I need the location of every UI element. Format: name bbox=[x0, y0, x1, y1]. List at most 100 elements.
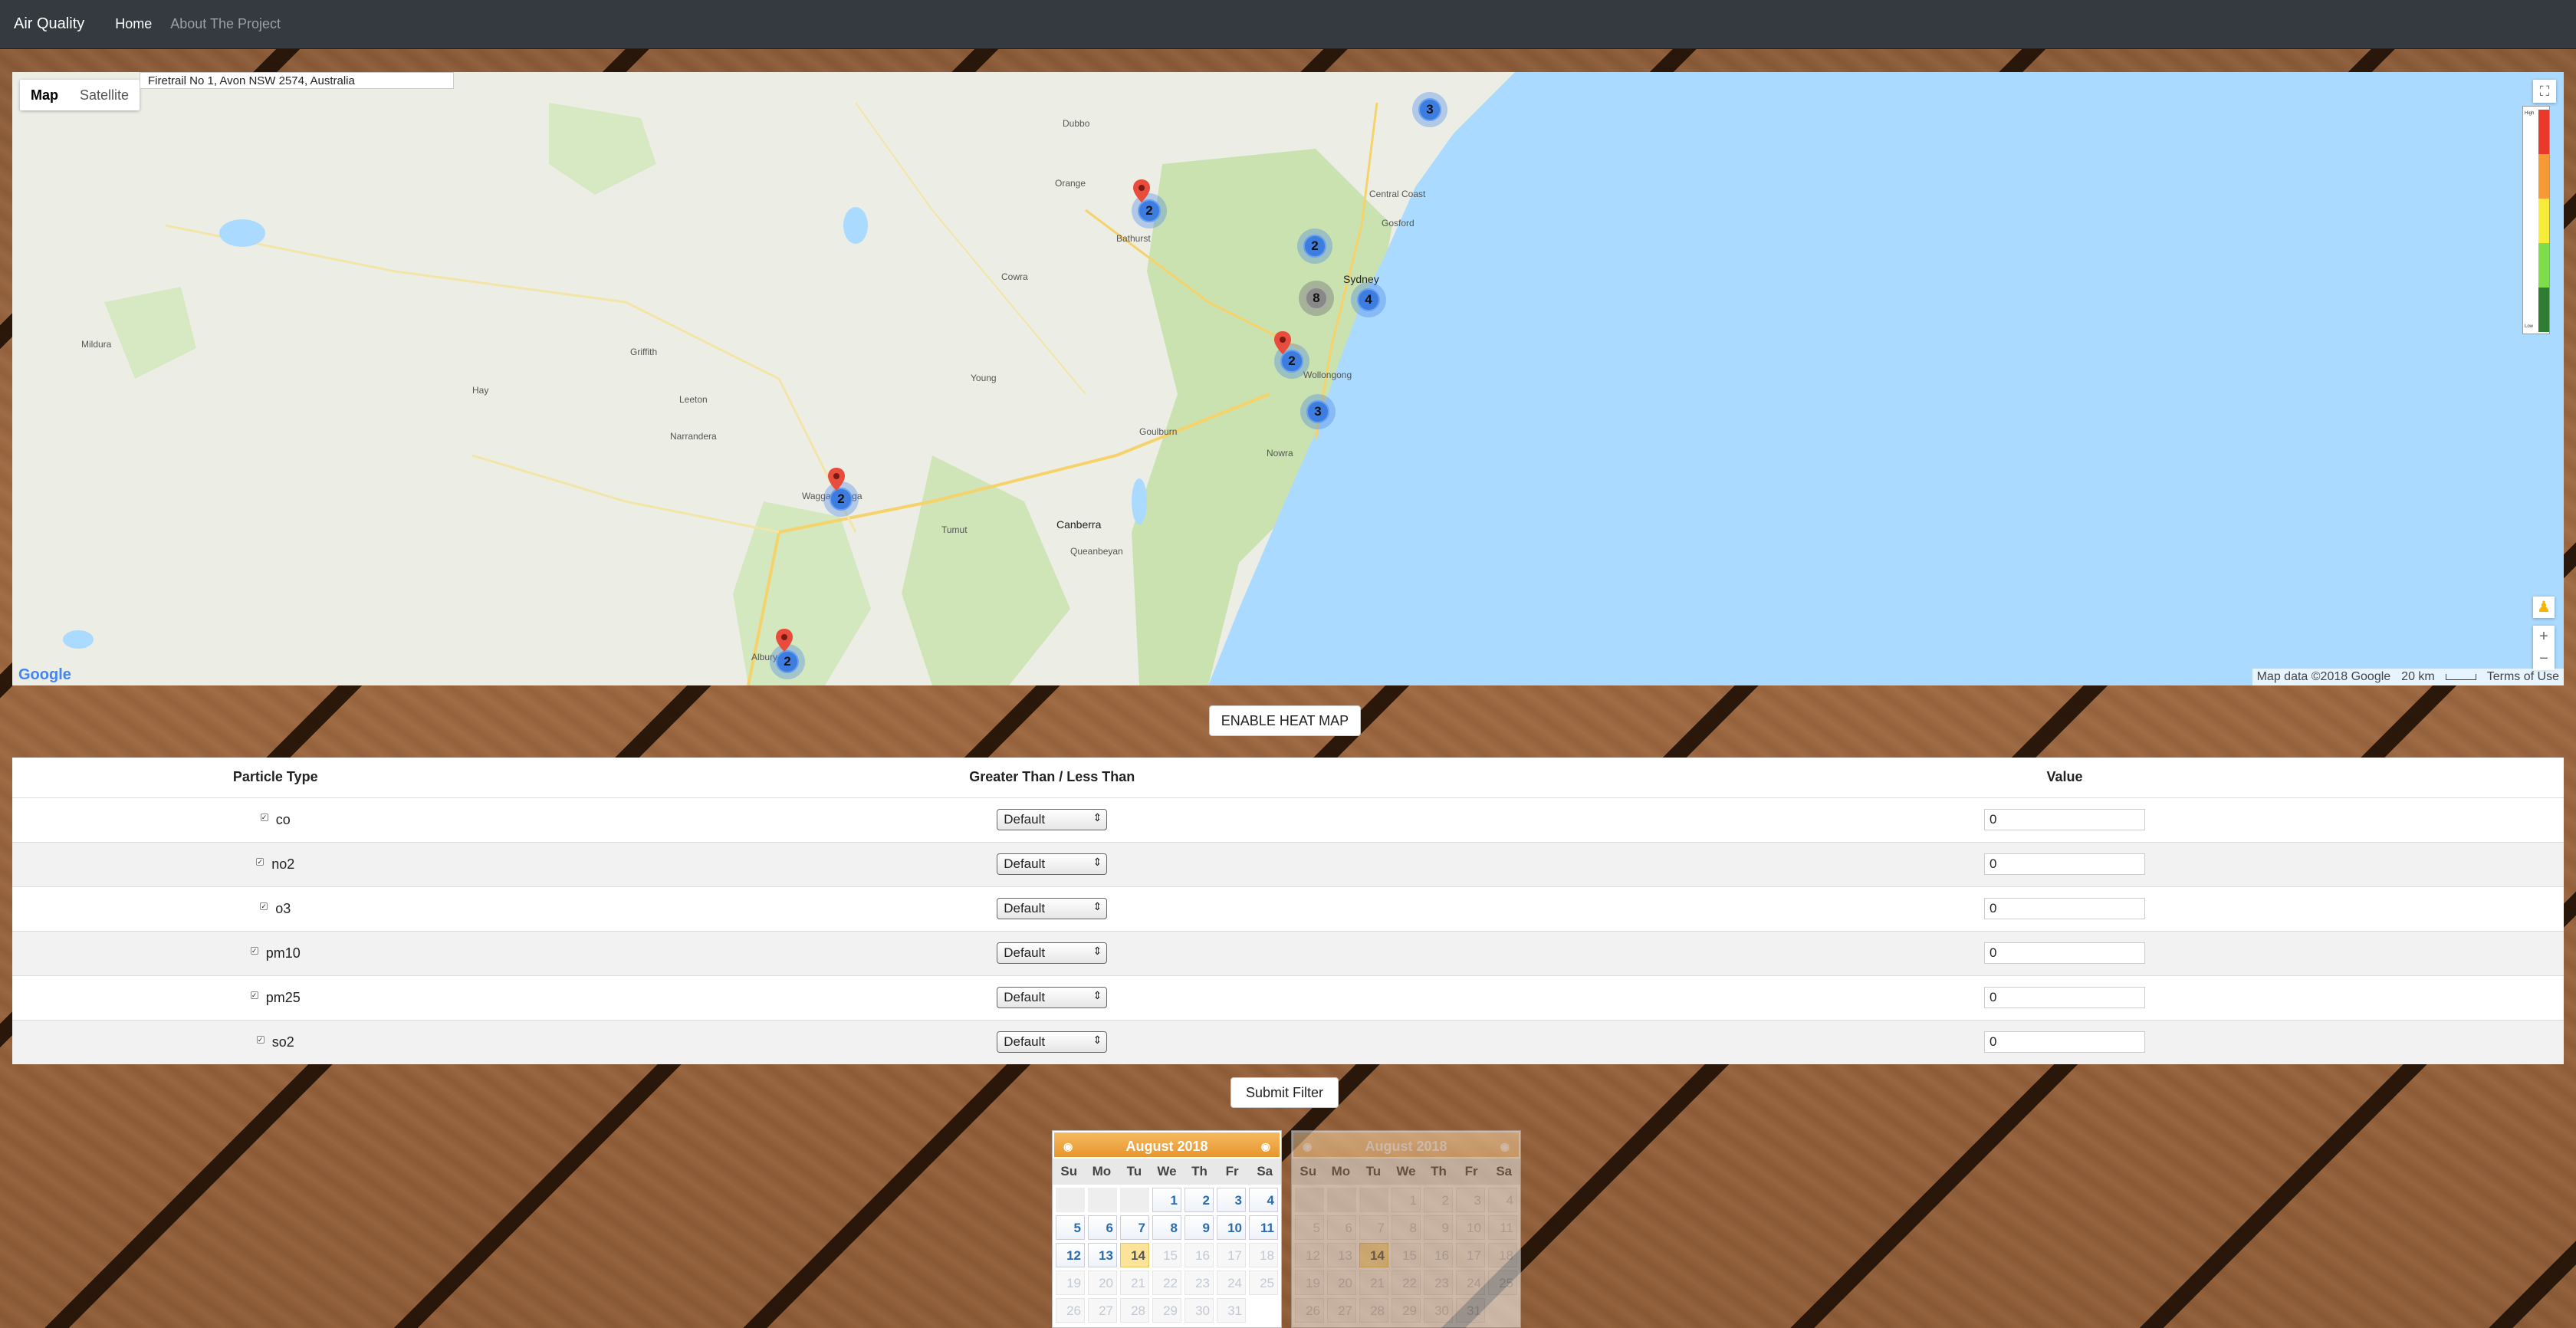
map-view[interactable]: Sydney Central Coast Gosford Wollongong … bbox=[12, 72, 2564, 685]
marker-cluster[interactable]: 8 bbox=[1299, 281, 1334, 316]
weekday-label: Fr bbox=[1464, 1164, 1478, 1178]
marker-cluster[interactable]: 2 bbox=[1297, 228, 1332, 264]
calendar-day[interactable]: 6 bbox=[1088, 1215, 1117, 1240]
particle-checkbox[interactable]: ✓ bbox=[250, 946, 258, 955]
header-value: Value bbox=[2046, 769, 2083, 785]
zoom-in-button[interactable]: + bbox=[2533, 626, 2555, 648]
particle-checkbox[interactable]: ✓ bbox=[250, 991, 258, 999]
calendar-day: 16 bbox=[1184, 1243, 1214, 1267]
header-comparison: Greater Than / Less Than bbox=[969, 769, 1135, 785]
prev-month-icon[interactable]: ◉ bbox=[1063, 1132, 1073, 1160]
calendar-day: 20 bbox=[1088, 1270, 1117, 1295]
marker-cluster[interactable]: 4 bbox=[1351, 282, 1386, 317]
map-attribution: Map data ©2018 Google 20 km Terms of Use bbox=[2252, 669, 2564, 685]
calendar-day: 6 bbox=[1327, 1215, 1356, 1240]
calendar-day[interactable]: 10 bbox=[1217, 1215, 1246, 1240]
calendar-day[interactable]: 14 bbox=[1120, 1243, 1149, 1267]
calendar-empty-cell bbox=[1327, 1188, 1356, 1212]
calendar-day[interactable]: 2 bbox=[1184, 1188, 1214, 1212]
next-month-icon[interactable]: ◉ bbox=[1500, 1132, 1510, 1160]
value-input[interactable]: 0 bbox=[1984, 809, 2145, 830]
legend-swatch-1 bbox=[2538, 110, 2549, 154]
calendar-day[interactable]: 11 bbox=[1249, 1215, 1278, 1240]
calendar-empty-cell bbox=[1056, 1188, 1085, 1212]
map-pin-icon[interactable] bbox=[828, 468, 845, 491]
comparison-select[interactable]: Default ⇕ bbox=[997, 809, 1108, 830]
legend-swatch-4 bbox=[2538, 243, 2549, 288]
calendar-header: ◉ August 2018 ◉ bbox=[1292, 1131, 1520, 1159]
place-canberra: Canberra bbox=[1056, 518, 1102, 531]
filter-table: Particle Type Greater Than / Less Than V… bbox=[12, 758, 2564, 1064]
zoom-out-button[interactable]: − bbox=[2533, 648, 2555, 670]
particle-checkbox[interactable]: ✓ bbox=[260, 902, 268, 910]
calendar-day[interactable]: 1 bbox=[1152, 1188, 1181, 1212]
calendar-empty-cell bbox=[1359, 1188, 1388, 1212]
calendar-day: 29 bbox=[1392, 1298, 1421, 1323]
calendar-day[interactable]: 12 bbox=[1056, 1243, 1085, 1267]
weekday-label: Fr bbox=[1225, 1164, 1239, 1178]
terms-link[interactable]: Terms of Use bbox=[2487, 670, 2559, 684]
particle-checkbox[interactable]: ✓ bbox=[260, 813, 268, 821]
comparison-select[interactable]: Default ⇕ bbox=[997, 898, 1108, 919]
marker-cluster[interactable]: 3 bbox=[1412, 92, 1447, 127]
particle-name: so2 bbox=[271, 1034, 294, 1050]
particle-checkbox[interactable]: ✓ bbox=[256, 857, 264, 866]
particle-name: no2 bbox=[271, 856, 295, 872]
comparison-select[interactable]: Default ⇕ bbox=[997, 853, 1108, 875]
address-label: Firetrail No 1, Avon NSW 2574, Australia bbox=[140, 72, 454, 89]
marker-cluster[interactable]: 3 bbox=[1300, 394, 1336, 429]
weekday-label: We bbox=[1396, 1164, 1416, 1178]
date-picker-calendar: ◉ August 2018 ◉ Su Mo Tu We Th Fr Sa 123… bbox=[1052, 1130, 1282, 1328]
legend-high-label: High bbox=[2525, 111, 2535, 116]
calendar-day: 25 bbox=[1488, 1270, 1517, 1295]
weekday-label: Tu bbox=[1126, 1164, 1142, 1178]
value-input[interactable]: 0 bbox=[1984, 987, 2145, 1008]
comparison-select[interactable]: Default ⇕ bbox=[997, 942, 1108, 964]
particle-checkbox[interactable]: ✓ bbox=[256, 1035, 264, 1044]
map-pin-icon[interactable] bbox=[1274, 331, 1291, 354]
calendar-empty-cell bbox=[1120, 1188, 1149, 1212]
map-base bbox=[12, 72, 2564, 685]
brand-link[interactable]: Air Quality bbox=[14, 15, 84, 33]
map-type-satellite[interactable]: Satellite bbox=[69, 80, 140, 110]
calendar-day[interactable]: 3 bbox=[1217, 1188, 1246, 1212]
place-hay: Hay bbox=[472, 385, 489, 396]
fullscreen-icon[interactable]: ⛶ bbox=[2533, 80, 2556, 103]
next-month-icon[interactable]: ◉ bbox=[1261, 1132, 1270, 1160]
place-central-coast: Central Coast bbox=[1369, 189, 1426, 199]
prev-month-icon[interactable]: ◉ bbox=[1303, 1132, 1312, 1160]
calendar-day: 26 bbox=[1056, 1298, 1085, 1323]
calendar-day: 26 bbox=[1295, 1298, 1324, 1323]
calendar-day: 23 bbox=[1424, 1270, 1453, 1295]
calendar-month-label: August 2018 bbox=[1365, 1139, 1447, 1154]
value-input[interactable]: 0 bbox=[1984, 942, 2145, 964]
calendar-day[interactable]: 7 bbox=[1120, 1215, 1149, 1240]
calendar-day[interactable]: 9 bbox=[1184, 1215, 1214, 1240]
comparison-select[interactable]: Default ⇕ bbox=[997, 987, 1108, 1008]
calendar-day[interactable]: 8 bbox=[1152, 1215, 1181, 1240]
calendar-day[interactable]: 4 bbox=[1249, 1188, 1278, 1212]
place-bathurst: Bathurst bbox=[1116, 233, 1151, 244]
comparison-select[interactable]: Default ⇕ bbox=[997, 1031, 1108, 1054]
map-type-map[interactable]: Map bbox=[20, 80, 69, 110]
weekday-label: Su bbox=[1060, 1164, 1078, 1178]
calendar-day[interactable]: 13 bbox=[1088, 1243, 1117, 1267]
calendar-day: 2 bbox=[1424, 1188, 1453, 1212]
enable-heat-map-button[interactable]: ENABLE HEAT MAP bbox=[1209, 705, 1361, 736]
calendar-day: 22 bbox=[1392, 1270, 1421, 1295]
street-view-icon[interactable]: ♟ bbox=[2533, 597, 2555, 618]
value-input[interactable]: 0 bbox=[1984, 853, 2145, 875]
map-pin-icon[interactable] bbox=[1133, 179, 1150, 202]
legend-low-label: Low bbox=[2525, 324, 2534, 329]
value-input[interactable]: 0 bbox=[1984, 898, 2145, 919]
calendar-day[interactable]: 5 bbox=[1056, 1215, 1085, 1240]
map-pin-icon[interactable] bbox=[776, 629, 793, 652]
scale-label[interactable]: 20 km bbox=[2401, 670, 2435, 684]
value-input[interactable]: 0 bbox=[1984, 1031, 2145, 1054]
calendar-weekdays: Su Mo Tu We Th Fr Sa bbox=[1292, 1159, 1520, 1185]
calendar-day: 8 bbox=[1392, 1215, 1421, 1240]
nav-about[interactable]: About The Project bbox=[170, 16, 281, 32]
nav-home[interactable]: Home bbox=[115, 16, 152, 32]
calendar-days: 1 2 3 4 5 6 7 8 9 10 11 12 13 14 15 16 17 18 19 20 21 22 23 24 2… bbox=[1053, 1185, 1281, 1326]
submit-filter-button[interactable]: Submit Filter bbox=[1230, 1077, 1339, 1108]
